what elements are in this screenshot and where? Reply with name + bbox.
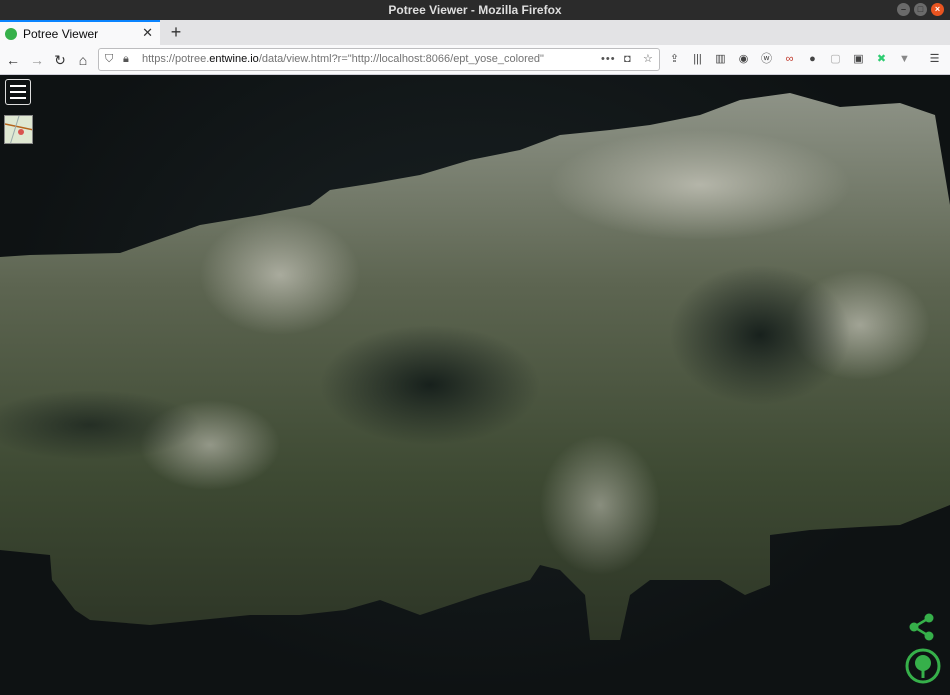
- wordpress-icon[interactable]: ⓦ: [758, 51, 775, 68]
- terrain-surface: [200, 215, 360, 335]
- terrain-surface: [540, 435, 660, 575]
- url-text[interactable]: https://potree.entwine.io/data/view.html…: [142, 49, 544, 70]
- terrain-point-cloud[interactable]: [0, 75, 950, 695]
- window-title: Potree Viewer - Mozilla Firefox: [388, 3, 562, 17]
- close-tab-icon[interactable]: ✕: [142, 25, 153, 41]
- extension-icon[interactable]: ▣: [850, 51, 867, 68]
- home-icon[interactable]: ⌂: [73, 50, 93, 70]
- terrain-surface: [320, 325, 540, 445]
- map-toggle-button[interactable]: [4, 115, 33, 144]
- window-controls: – □ ×: [897, 3, 944, 16]
- reload-icon[interactable]: ↻: [50, 50, 70, 70]
- terrain-surface: [670, 265, 850, 405]
- bookmark-star-icon[interactable]: ☆: [643, 49, 653, 70]
- extension-icon[interactable]: ✖: [873, 51, 890, 68]
- extension-icon[interactable]: ▼: [896, 51, 913, 68]
- shield-icon[interactable]: ⛉: [105, 49, 113, 70]
- new-tab-icon[interactable]: +: [166, 22, 186, 43]
- potree-logo-icon[interactable]: [905, 648, 941, 684]
- reader-icon[interactable]: ⇪: [666, 51, 683, 68]
- lock-icon[interactable]: 🔒︎: [123, 49, 129, 70]
- account-icon[interactable]: ●: [804, 51, 821, 68]
- page-actions-icon[interactable]: •••: [601, 49, 616, 70]
- tab-label: Potree Viewer: [23, 26, 99, 41]
- screenshot-icon[interactable]: ▢: [827, 51, 844, 68]
- navigation-toolbar: ← → ↻ ⌂ ⛉ 🔒︎ https://potree.entwine.io/d…: [0, 45, 950, 75]
- sidebar-menu-button[interactable]: [5, 79, 31, 105]
- minimize-icon[interactable]: –: [897, 3, 910, 16]
- close-window-icon[interactable]: ×: [931, 3, 944, 16]
- forward-arrow-icon[interactable]: →: [27, 50, 47, 70]
- back-arrow-icon[interactable]: ←: [3, 50, 23, 70]
- maximize-icon[interactable]: □: [914, 3, 927, 16]
- sidebar-icon[interactable]: ▥: [712, 51, 729, 68]
- pocket-icon[interactable]: ◘: [624, 49, 631, 70]
- address-bar[interactable]: ⛉ 🔒︎ https://potree.entwine.io/data/view…: [98, 48, 660, 71]
- tab-potree-viewer[interactable]: Potree Viewer ✕: [0, 20, 160, 45]
- extension-icon[interactable]: ◉: [735, 51, 752, 68]
- library-icon[interactable]: |||: [689, 51, 706, 68]
- point-cloud-viewer[interactable]: [0, 75, 950, 695]
- extension-icon[interactable]: ∞: [781, 51, 798, 68]
- map-thumbnail-icon: [5, 116, 32, 143]
- tab-strip: Potree Viewer ✕ +: [0, 20, 950, 45]
- window-titlebar: Potree Viewer - Mozilla Firefox – □ ×: [0, 0, 950, 20]
- potree-favicon-icon: [5, 27, 17, 40]
- hamburger-menu-icon[interactable]: ☰: [926, 51, 943, 68]
- share-icon[interactable]: [907, 612, 937, 642]
- terrain-surface: [550, 130, 850, 240]
